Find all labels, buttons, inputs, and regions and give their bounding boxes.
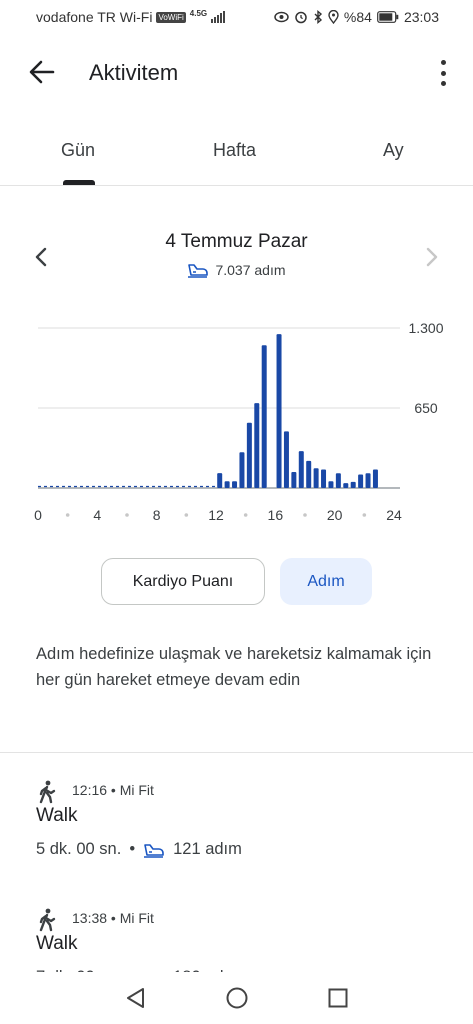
steps-button[interactable]: Adım <box>280 558 372 605</box>
step-bar <box>276 334 282 488</box>
step-bar <box>372 469 378 488</box>
alarm-icon <box>295 11 307 24</box>
daily-steps-value: 7.037 adım <box>215 262 286 278</box>
x-tick-label: 20 <box>327 507 343 523</box>
carrier-label: vodafone TR Wi-Fi <box>36 9 153 25</box>
x-tick-label: 0 <box>34 507 42 523</box>
minor-tick-dot <box>184 513 189 517</box>
page-title: Aktivitem <box>89 60 179 85</box>
step-bar <box>343 483 349 488</box>
cardio-points-button[interactable]: Kardiyo Puanı <box>101 558 265 605</box>
activity-steps: 121 adım <box>173 840 242 858</box>
step-bar <box>306 460 312 488</box>
divider <box>0 752 473 753</box>
step-bar <box>217 473 223 488</box>
nav-recents-icon[interactable] <box>326 986 350 1010</box>
y-tick-label: 650 <box>414 400 438 416</box>
clock: 23:03 <box>403 9 439 25</box>
steps-icon <box>144 843 164 858</box>
step-bar <box>224 481 230 488</box>
signal-icon <box>211 11 226 23</box>
volte-badge: VoWiFi <box>156 11 186 23</box>
battery-icon <box>377 11 399 23</box>
activity-title: Walk <box>36 805 78 826</box>
step-bar <box>358 474 364 488</box>
hourly-steps-chart: 0 4 8 12 16 20 24 1.300 650 <box>34 320 444 523</box>
separator-dot: • <box>129 840 136 858</box>
activity-duration: 5 dk. 00 sn. <box>36 840 122 858</box>
activity-meta: 12:16 • Mi Fit <box>72 782 154 798</box>
date-navigator: 4 Temmuz Pazar 7.037 adım <box>0 225 473 285</box>
location-icon <box>328 10 339 24</box>
more-options-icon[interactable] <box>437 60 449 86</box>
status-bar: vodafone TR Wi-Fi VoWiFi 4.5G %84 23:03 <box>0 0 473 34</box>
step-bar <box>328 481 334 488</box>
nav-back-icon[interactable] <box>124 986 148 1010</box>
step-bar <box>298 451 304 488</box>
step-bar <box>321 469 327 488</box>
status-right: %84 23:03 <box>274 9 439 25</box>
status-left: vodafone TR Wi-Fi VoWiFi 4.5G <box>36 8 226 25</box>
next-day-icon[interactable] <box>419 245 443 269</box>
tab-week[interactable]: Hafta <box>213 140 256 161</box>
step-bar <box>350 481 356 488</box>
goal-message: Adım hedefinize ulaşmak ve hareketsiz ka… <box>36 645 432 689</box>
step-bar <box>254 403 260 488</box>
metric-toggle: Kardiyo Puanı Adım <box>0 558 473 606</box>
battery-percent: %84 <box>343 9 372 25</box>
step-bar <box>291 472 297 488</box>
selected-date: 4 Temmuz Pazar <box>165 231 308 252</box>
activity-meta: 13:38 • Mi Fit <box>72 910 154 926</box>
x-tick-label: 24 <box>386 507 402 523</box>
x-tick-label: 16 <box>268 507 284 523</box>
y-tick-label: 1.300 <box>408 320 443 336</box>
minor-tick-dot <box>362 513 367 517</box>
active-tab-indicator <box>63 180 95 185</box>
activity-item[interactable]: 12:16 • Mi Fit Walk 5 dk. 00 sn. • 121 a… <box>0 778 473 878</box>
step-bar <box>283 431 289 488</box>
system-nav-bar <box>0 972 473 1024</box>
app-bar: Aktivitem <box>0 44 473 100</box>
walk-icon <box>39 780 56 804</box>
x-tick-label: 12 <box>208 507 224 523</box>
step-bar <box>313 468 319 488</box>
step-bar <box>239 452 245 488</box>
minor-tick-dot <box>243 513 248 517</box>
period-tabs: Gün Hafta Ay <box>0 128 473 186</box>
network-type: 4.5G <box>189 8 208 18</box>
step-bar <box>261 345 267 488</box>
walk-icon <box>39 908 56 932</box>
minor-tick-dot <box>125 513 129 517</box>
nav-home-icon[interactable] <box>225 986 249 1010</box>
x-tick-label: 8 <box>153 507 161 523</box>
eye-icon <box>274 11 289 23</box>
step-bar <box>335 473 341 488</box>
step-bar <box>232 481 238 488</box>
activity-stats: 5 dk. 00 sn. • 121 adım <box>36 840 242 859</box>
steps-icon <box>188 264 209 278</box>
bluetooth-icon <box>314 10 322 24</box>
step-bar <box>246 422 252 488</box>
tab-month[interactable]: Ay <box>383 140 404 161</box>
tab-day[interactable]: Gün <box>61 140 95 161</box>
back-arrow-icon[interactable] <box>26 56 58 88</box>
minor-tick-dot <box>303 513 307 517</box>
x-tick-label: 4 <box>93 507 101 523</box>
step-bar <box>365 473 371 488</box>
daily-steps-summary: 7.037 adım <box>0 262 473 278</box>
activity-title: Walk <box>36 933 78 954</box>
minor-tick-dot <box>65 513 70 517</box>
